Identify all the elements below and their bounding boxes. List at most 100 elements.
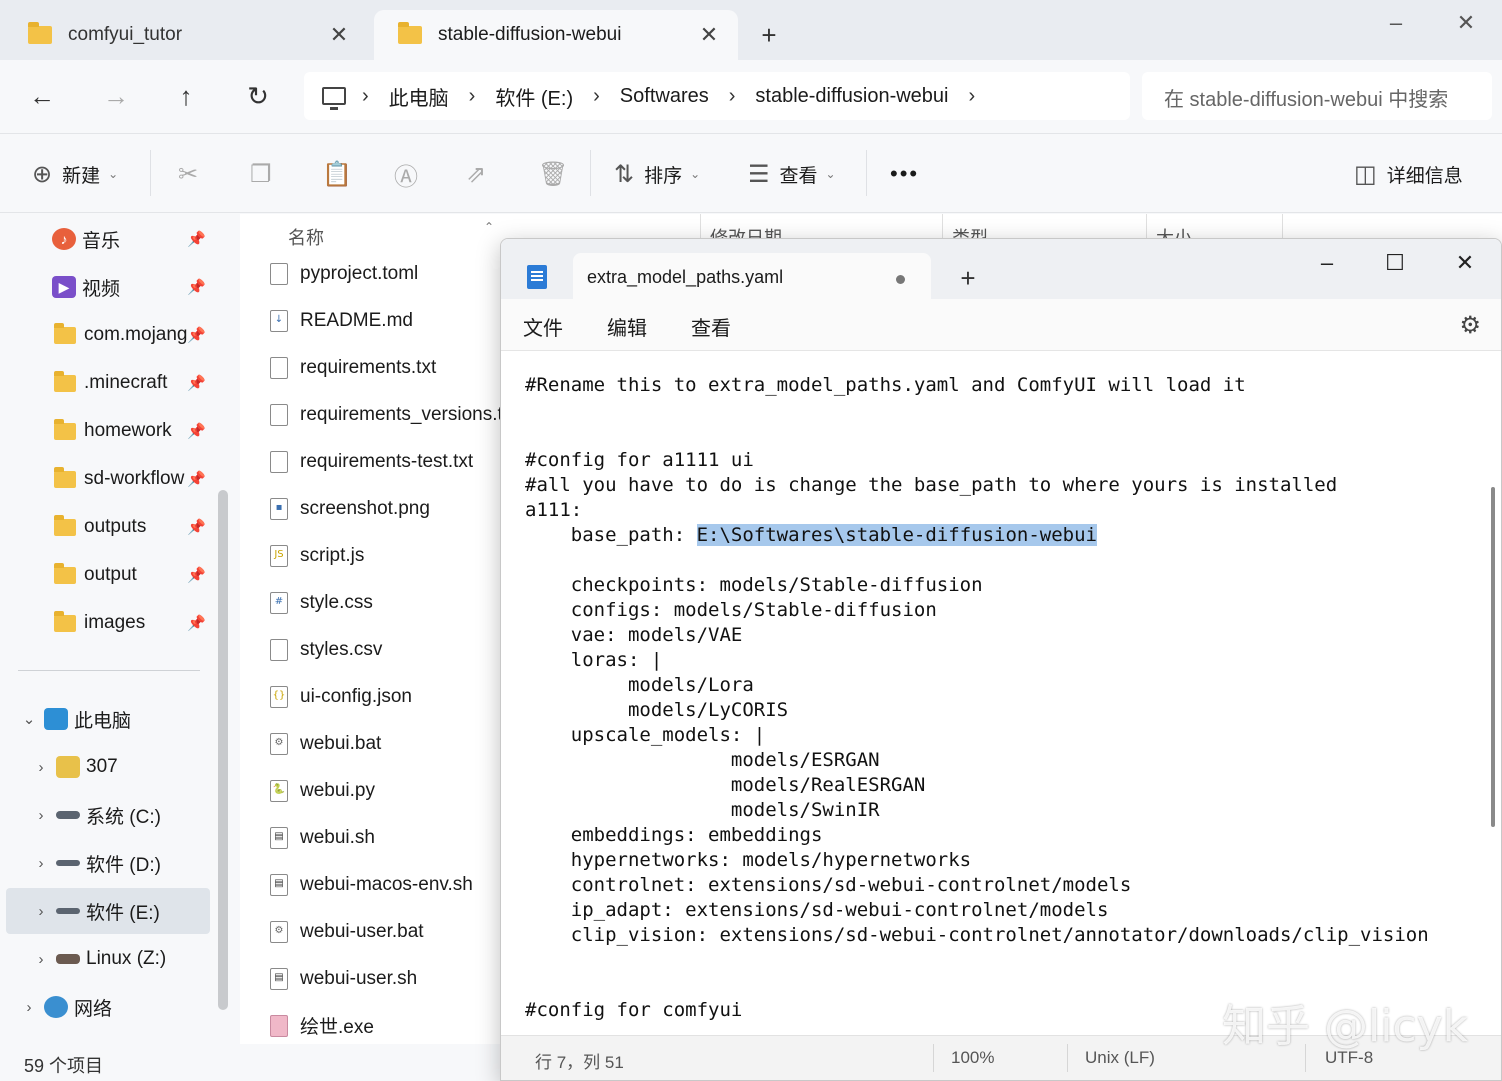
tab-comfyui-tutor[interactable]: comfyui_tutor ✕ — [4, 10, 368, 60]
folder-icon — [54, 322, 76, 344]
file-name: style.css — [300, 591, 373, 613]
menu-file[interactable]: 文件 — [523, 312, 563, 341]
folder-icon — [54, 418, 76, 440]
video-icon: ▶ — [52, 276, 76, 298]
sidebar-item-drive-c[interactable]: › 系统 (C:) — [0, 792, 212, 838]
copy-button[interactable]: ❐ — [250, 156, 282, 192]
search-input[interactable]: 在 stable-diffusion-webui 中搜索 — [1142, 72, 1492, 120]
editor-content[interactable]: #Rename this to extra_model_paths.yaml a… — [525, 373, 1429, 1023]
line-ending[interactable]: Unix (LF) — [1085, 1048, 1155, 1068]
text-file-icon — [270, 356, 288, 379]
image-file-icon: ▪ — [270, 497, 288, 520]
settings-gear-icon[interactable]: ⚙ — [1459, 311, 1481, 340]
rename-button[interactable]: Ⓐ — [394, 156, 428, 192]
close-tab-icon[interactable]: ✕ — [694, 22, 724, 48]
menu-edit[interactable]: 编辑 — [607, 312, 647, 341]
sidebar-scrollbar[interactable] — [218, 490, 228, 1010]
sidebar-item-com-mojang[interactable]: com.mojang 📌 — [0, 312, 212, 358]
sidebar-item-drive-d[interactable]: › 软件 (D:) — [0, 840, 212, 886]
chevron-right-icon[interactable]: › — [729, 85, 736, 108]
zoom-level[interactable]: 100% — [951, 1048, 994, 1068]
new-button[interactable]: ⊕ 新建 ⌄ — [32, 156, 118, 192]
status-divider — [1067, 1044, 1068, 1072]
sidebar-item-sd-workflow[interactable]: sd-workflow 📌 — [0, 456, 212, 502]
chevron-right-icon[interactable]: › — [362, 85, 369, 108]
chevron-right-icon[interactable]: › — [26, 855, 56, 872]
chevron-right-icon[interactable]: › — [26, 903, 56, 920]
editor-scrollbar[interactable] — [1491, 487, 1495, 827]
cursor-position: 行 7，列 51 — [535, 1053, 624, 1072]
sidebar-item-drive-307[interactable]: › 307 — [0, 744, 212, 790]
notepad-text-editor[interactable]: #Rename this to extra_model_paths.yaml a… — [501, 351, 1501, 1035]
exe-file-icon — [270, 1014, 288, 1037]
chevron-right-icon[interactable]: › — [968, 85, 975, 108]
breadcrumb-softwares[interactable]: Softwares — [620, 85, 709, 108]
sidebar-item-drive-z[interactable]: › Linux (Z:) — [0, 936, 212, 982]
notepad-new-tab-button[interactable]: + — [953, 263, 983, 294]
notepad-minimize-button[interactable]: – — [1307, 247, 1347, 279]
sort-button[interactable]: ⇅ 排序 ⌄ — [614, 156, 700, 192]
notepad-title-bar[interactable]: extra_model_paths.yaml + – ☐ ✕ — [501, 239, 1501, 299]
forward-button[interactable]: → — [96, 76, 136, 116]
share-button[interactable]: ⇗ — [466, 156, 496, 192]
system-drive-icon — [56, 811, 80, 819]
sidebar-item-label: Linux (Z:) — [86, 948, 167, 969]
sidebar-item-homework[interactable]: homework 📌 — [0, 408, 212, 454]
tab-label: comfyui_tutor — [68, 24, 183, 45]
close-window-button[interactable]: ✕ — [1448, 8, 1484, 38]
list-view-icon: ☰ — [748, 160, 770, 188]
sidebar-item-minecraft[interactable]: .minecraft 📌 — [0, 360, 212, 406]
drive-icon — [56, 908, 80, 914]
chevron-right-icon[interactable]: › — [26, 759, 56, 776]
cut-button[interactable]: ✂ — [178, 156, 208, 192]
shell-file-icon: ▤ — [270, 873, 288, 896]
new-tab-button[interactable]: + — [752, 18, 786, 52]
column-header-name[interactable]: 名称 — [288, 214, 324, 254]
chevron-right-icon[interactable]: › — [26, 807, 56, 824]
more-options-button[interactable]: ••• — [890, 156, 919, 192]
code-text: #Rename this to extra_model_paths.yaml a… — [525, 374, 1338, 546]
address-bar[interactable]: › 此电脑 › 软件 (E:) › Softwares › stable-dif… — [304, 72, 1130, 120]
notepad-app-icon — [527, 265, 547, 289]
sidebar-item-outputs[interactable]: outputs 📌 — [0, 504, 212, 550]
sort-icon: ⇅ — [614, 160, 635, 188]
close-tab-icon[interactable]: ✕ — [324, 22, 354, 48]
copy-icon: ❐ — [250, 160, 272, 188]
maximize-button[interactable] — [1376, 8, 1412, 38]
sidebar-item-images[interactable]: images 📌 — [0, 600, 212, 646]
chevron-right-icon[interactable]: › — [14, 999, 44, 1016]
chevron-right-icon[interactable]: › — [26, 951, 56, 968]
sidebar-item-label: images — [84, 612, 146, 633]
tab-stable-diffusion-webui[interactable]: stable-diffusion-webui ✕ — [374, 10, 738, 60]
chevron-right-icon[interactable]: › — [593, 85, 600, 108]
up-button[interactable]: ↑ — [166, 76, 206, 116]
folder-icon — [54, 610, 76, 632]
folder-icon — [398, 22, 422, 44]
paste-button[interactable]: 📋 — [322, 156, 362, 192]
notepad-close-button[interactable]: ✕ — [1445, 247, 1485, 279]
sidebar-item-videos[interactable]: ▶ 视频 📌 — [0, 264, 212, 310]
back-button[interactable]: ← — [22, 76, 62, 116]
sidebar-item-output[interactable]: output 📌 — [0, 552, 212, 598]
breadcrumb-stable-diffusion-webui[interactable]: stable-diffusion-webui — [755, 85, 948, 108]
chevron-down-icon[interactable]: ⌄ — [14, 710, 44, 728]
chevron-right-icon[interactable]: › — [469, 85, 476, 108]
refresh-button[interactable]: ↻ — [238, 76, 278, 116]
menu-view[interactable]: 查看 — [691, 312, 731, 341]
details-pane-button[interactable]: ◫ 详细信息 — [1354, 156, 1463, 192]
toolbar-divider — [590, 150, 591, 196]
breadcrumb-this-pc[interactable]: 此电脑 — [389, 82, 449, 111]
sidebar-item-label: 307 — [86, 756, 118, 777]
sidebar-item-drive-e[interactable]: › 软件 (E:) — [6, 888, 210, 934]
notepad-maximize-button[interactable]: ☐ — [1375, 247, 1415, 279]
sidebar-divider — [18, 670, 200, 671]
sidebar-item-this-pc[interactable]: ⌄ 此电脑 — [0, 696, 212, 742]
sidebar-item-music[interactable]: ♪ 音乐 📌 — [0, 216, 212, 262]
notepad-tab[interactable]: extra_model_paths.yaml — [573, 253, 931, 299]
view-button[interactable]: ☰ 查看 ⌄ — [748, 156, 836, 192]
sidebar-item-network[interactable]: › 网络 — [0, 984, 212, 1030]
file-name: requirements.txt — [300, 356, 437, 378]
breadcrumb-drive-e[interactable]: 软件 (E:) — [495, 82, 573, 111]
delete-button[interactable]: 🗑 — [538, 156, 578, 192]
unsaved-indicator-icon[interactable] — [896, 275, 905, 284]
